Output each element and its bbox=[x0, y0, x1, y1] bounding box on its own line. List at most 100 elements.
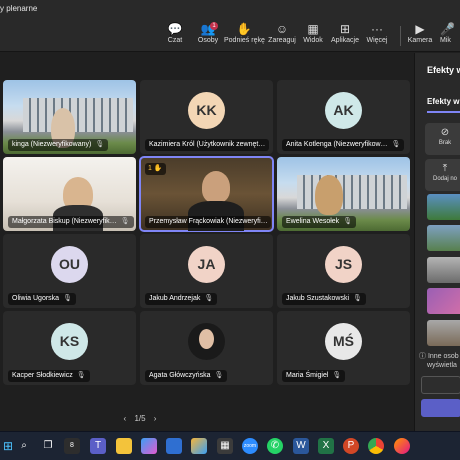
no-background-button[interactable]: ⊘ Brak bbox=[425, 123, 460, 155]
more-button[interactable]: ··· Więcej bbox=[357, 22, 397, 52]
whatsapp-icon[interactable]: ✆ bbox=[267, 438, 283, 454]
participant-name: Kacper Słodkiewicz 🎙 bbox=[8, 370, 90, 382]
chrome-icon[interactable] bbox=[368, 438, 384, 454]
info-icon: ⓘ bbox=[419, 353, 428, 360]
background-thumbnail[interactable] bbox=[427, 194, 460, 220]
participant-name: Maria Śmigiel 🎙 bbox=[282, 370, 346, 382]
participant-tile[interactable]: AK Anita Kotlenga (Niezweryfikow… 🎙 bbox=[277, 80, 410, 154]
participant-tile[interactable]: JS Jakub Szustakowski 🎙 bbox=[277, 234, 410, 308]
mic-muted-icon: 🎙 bbox=[120, 218, 130, 225]
preview-note: ⓘ Inne osob wyświetla bbox=[419, 353, 459, 369]
mic-muted-icon: 🎙 bbox=[353, 295, 362, 302]
avatar: KS bbox=[51, 323, 88, 360]
pager: ‹ 1/5 › bbox=[115, 414, 165, 426]
prev-page-button[interactable]: ‹ bbox=[124, 414, 127, 423]
participant-name: Kazimiera Król (Użytkownik zewnęt… bbox=[145, 139, 270, 151]
raise-hand-icon: ✋ bbox=[236, 22, 252, 36]
people-button[interactable]: 👥 1 Osoby bbox=[188, 22, 228, 52]
preview-button[interactable] bbox=[421, 376, 460, 394]
background-thumbnail[interactable] bbox=[427, 288, 460, 314]
tab-underline bbox=[427, 111, 460, 113]
widgets-icon[interactable]: 8 bbox=[64, 438, 80, 454]
mic-muted-icon: 🎙 bbox=[332, 372, 342, 379]
avatar: JS bbox=[325, 246, 362, 283]
avatar: KK bbox=[188, 92, 225, 129]
taskview-icon[interactable]: ❐ bbox=[40, 438, 56, 454]
participant-name: Anita Kotlenga (Niezweryfikow… 🎙 bbox=[282, 139, 405, 151]
participant-tile-active[interactable]: 1 ✋ Przemysław Frąckowiak (Niezweryfi…🎙 bbox=[139, 156, 274, 232]
store-icon[interactable] bbox=[166, 438, 182, 454]
teams-icon[interactable]: T bbox=[90, 438, 106, 454]
people-badge: 1 bbox=[210, 22, 218, 30]
mic-muted-icon: 🎙 bbox=[204, 295, 214, 302]
search-icon[interactable]: ⌕ bbox=[16, 438, 32, 454]
participant-tile[interactable]: MŚ Maria Śmigiel 🎙 bbox=[277, 311, 410, 385]
participant-name: Ewelina Wesołek 🎙 bbox=[282, 216, 357, 228]
participant-tile[interactable]: KS Kacper Słodkiewicz 🎙 bbox=[3, 311, 136, 385]
video-background bbox=[23, 98, 133, 132]
apply-button[interactable] bbox=[421, 399, 460, 417]
mic-muted-icon: 🎙 bbox=[343, 218, 353, 225]
people-icon: 👥 bbox=[200, 22, 216, 36]
participant-name: Jakub Szustakowski 🎙 bbox=[282, 293, 366, 305]
background-thumbnail[interactable] bbox=[427, 320, 460, 346]
mic-muted-icon: 🎙 bbox=[391, 141, 401, 148]
meeting-title: y plenarne bbox=[0, 4, 38, 13]
participant-name: Oliwia Ugorska 🎙 bbox=[8, 293, 76, 305]
effects-panel: Efekty w Efekty wi ⊘ Brak ⤒ Dodaj no ⓘ I… bbox=[414, 53, 460, 431]
raised-hand-indicator: 1 ✋ bbox=[145, 163, 166, 175]
background-thumbnail[interactable] bbox=[427, 257, 460, 283]
participant-tile[interactable]: Ewelina Wesołek 🎙 bbox=[277, 157, 410, 231]
raise-hand-button[interactable]: ✋ Podnieś rękę bbox=[224, 22, 265, 52]
participant-tile[interactable]: KK Kazimiera Król (Użytkownik zewnęt… bbox=[140, 80, 273, 154]
windows-taskbar: ⊞ ⌕ ❐ 8 T ▦ zoom ✆ W X P bbox=[0, 431, 460, 460]
participant-name: kinga (Niezweryfikowany) 🎙 bbox=[8, 139, 109, 151]
mic-icon: 🎤 bbox=[440, 22, 455, 36]
next-page-button[interactable]: › bbox=[154, 414, 157, 423]
word-icon[interactable]: W bbox=[293, 438, 309, 454]
participant-name: Małgorzata Biskup (Niezweryfik… 🎙 bbox=[8, 216, 134, 228]
participant-tile[interactable]: Małgorzata Biskup (Niezweryfik… 🎙 bbox=[3, 157, 136, 231]
participant-video bbox=[202, 171, 230, 203]
mic-muted-icon: 🎙 bbox=[95, 141, 105, 148]
mic-muted-icon: 🎙 bbox=[63, 295, 72, 302]
participant-tile[interactable]: OU Oliwia Ugorska 🎙 bbox=[3, 234, 136, 308]
excel-icon[interactable]: X bbox=[318, 438, 334, 454]
mic-button[interactable]: 🎤 Mik bbox=[440, 22, 460, 52]
participant-name: Jakub Andrzejak 🎙 bbox=[145, 293, 218, 305]
participant-name: Przemysław Frąckowiak (Niezweryfi…🎙 bbox=[145, 216, 271, 228]
zoom-icon[interactable]: zoom bbox=[242, 438, 258, 454]
participant-name: Agata Główczyńska 🎙 bbox=[145, 370, 228, 382]
participant-tile[interactable]: JA Jakub Andrzejak 🎙 bbox=[140, 234, 273, 308]
camera-button[interactable]: ▶ Kamera bbox=[400, 22, 440, 52]
panel-title: Efekty w bbox=[427, 65, 460, 75]
copilot-icon[interactable] bbox=[141, 438, 157, 454]
background-thumbnail[interactable] bbox=[427, 225, 460, 251]
tab-video-effects[interactable]: Efekty wi bbox=[427, 97, 460, 106]
add-background-button[interactable]: ⤒ Dodaj no bbox=[425, 159, 460, 191]
mic-muted-icon: 🎙 bbox=[214, 372, 224, 379]
avatar: OU bbox=[51, 246, 88, 283]
page-indicator: 1/5 bbox=[134, 414, 146, 423]
windows-icon[interactable]: ⊞ bbox=[0, 438, 16, 454]
meeting-toolbar: y plenarne 💬 Czat 👥 1 Osoby ✋ Podnieś rę… bbox=[0, 0, 460, 52]
video-stage: kinga (Niezweryfikowany) 🎙 KK Kazimiera K… bbox=[0, 53, 414, 431]
calculator-icon[interactable]: ▦ bbox=[217, 438, 233, 454]
more-icon: ··· bbox=[371, 22, 383, 36]
avatar: AK bbox=[325, 92, 362, 129]
mic-muted-icon: 🎙 bbox=[76, 372, 86, 379]
avatar: JA bbox=[188, 246, 225, 283]
participant-tile[interactable]: kinga (Niezweryfikowany) 🎙 bbox=[3, 80, 136, 154]
none-icon: ⊘ bbox=[440, 127, 450, 138]
camera-icon: ▶ bbox=[415, 22, 425, 36]
firefox-icon[interactable] bbox=[394, 438, 410, 454]
video-background bbox=[297, 175, 407, 209]
participant-video bbox=[315, 175, 343, 215]
avatar: MŚ bbox=[325, 323, 362, 360]
powerpoint-icon[interactable]: P bbox=[343, 438, 359, 454]
upload-icon: ⤒ bbox=[442, 163, 448, 174]
participant-tile[interactable]: Agata Główczyńska 🎙 bbox=[140, 311, 273, 385]
explorer-icon[interactable] bbox=[116, 438, 132, 454]
photos-icon[interactable] bbox=[191, 438, 207, 454]
avatar-photo bbox=[188, 323, 225, 360]
